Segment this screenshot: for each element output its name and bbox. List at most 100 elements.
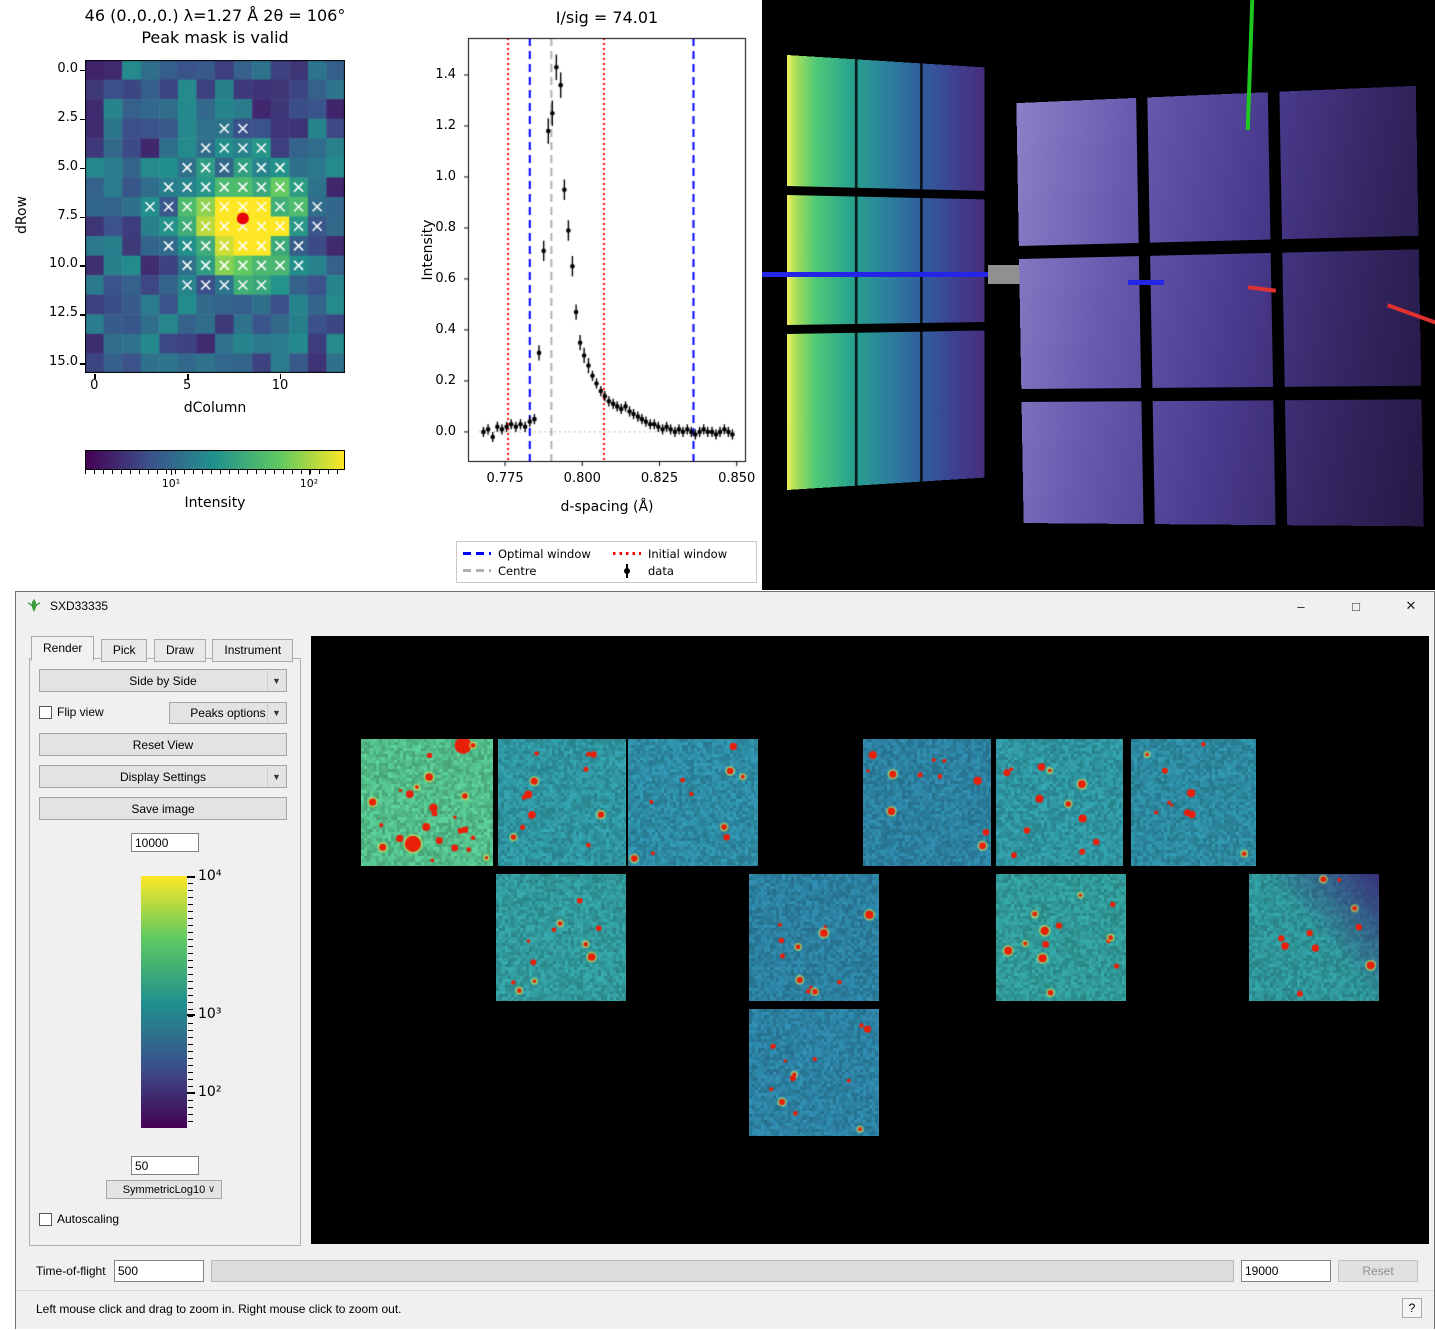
x-tick-label: 10 [265, 378, 295, 393]
y-tick-label: 15.0 [38, 354, 78, 369]
peak-figure-title: 46 (0.,0.,0.) λ=1.27 Å 2θ = 106° [30, 6, 400, 25]
tick-mark [171, 470, 172, 475]
y-tick-label: 0.0 [38, 61, 78, 76]
beam-line-z-far [1128, 280, 1164, 285]
peak-colorbar-tick-1: 10¹ [151, 477, 191, 490]
colorbar-tick-1e4: 10⁴ [198, 868, 221, 884]
status-bar: Left mouse click and drag to zoom in. Ri… [16, 1290, 1434, 1329]
maximize-button[interactable]: □ [1333, 592, 1379, 620]
instrument-colorbar-ticks [188, 876, 193, 1128]
tick-mark [80, 168, 85, 169]
legend-errorbar-sample [613, 564, 641, 578]
y-tick-label: 0.0 [418, 424, 456, 439]
y-tick-label: 5.0 [38, 159, 78, 174]
y-tick-label: 12.5 [38, 305, 78, 320]
legend-item: Centre [463, 564, 613, 578]
screen: 46 (0.,0.,0.) λ=1.27 Å 2θ = 106° Peak ma… [0, 0, 1435, 1330]
scale-type-combobox[interactable]: SymmetricLog10∨ [106, 1180, 222, 1199]
tick-mark [187, 876, 195, 878]
tick-mark [80, 119, 85, 120]
titlebar[interactable]: SXD33335 – □ ✕ [16, 592, 1434, 621]
profile-legend: Optimal window Initial window Centre data [456, 541, 757, 583]
3d-detector-view[interactable] [762, 0, 1435, 590]
tab-pick[interactable]: Pick [101, 639, 148, 662]
detector-panel-4[interactable] [863, 739, 991, 866]
window-title: SXD33335 [50, 599, 108, 613]
x-tick-label: 0 [79, 378, 109, 393]
tof-min-input[interactable] [114, 1260, 204, 1282]
legend-line-sample [463, 569, 491, 572]
sxd-window: SXD33335 – □ ✕ Render Pick Draw Instrume… [15, 591, 1435, 1329]
autoscaling-checkbox[interactable] [39, 1213, 52, 1226]
legend-label: Initial window [648, 547, 727, 561]
help-button[interactable]: ? [1402, 1298, 1422, 1318]
y-tick-label: 0.8 [418, 220, 456, 235]
instrument-render-view[interactable] [311, 636, 1429, 1244]
detector-panel-1[interactable] [361, 739, 493, 866]
instrument-colorbar[interactable] [141, 876, 187, 1128]
tab-draw[interactable]: Draw [154, 639, 206, 662]
chevron-down-icon: ▼ [267, 704, 285, 722]
tick-mark [80, 217, 85, 218]
tick-mark [80, 265, 85, 266]
tof-slider[interactable] [211, 1260, 1234, 1282]
legend-item: Optimal window [463, 547, 613, 561]
x-tick-label: 0.850 [715, 471, 759, 486]
colorbar-tick-1e3: 10³ [198, 1006, 221, 1022]
minimize-button[interactable]: – [1278, 592, 1324, 620]
y-tick-label: 2.5 [38, 110, 78, 125]
detector-panel-9[interactable] [996, 874, 1126, 1001]
close-button[interactable]: ✕ [1388, 592, 1434, 620]
peak-ylabel: dRow [14, 196, 30, 234]
figures-area: 46 (0.,0.,0.) λ=1.27 Å 2θ = 106° Peak ma… [0, 0, 1435, 590]
app-icon [26, 598, 42, 619]
colorbar-tick-1e2: 10² [198, 1084, 221, 1100]
y-tick-label: 1.2 [418, 118, 456, 133]
y-tick-label: 0.2 [418, 373, 456, 388]
x-tick-label: 0.775 [483, 471, 527, 486]
detector-panel-2[interactable] [498, 739, 626, 866]
save-image-button[interactable]: Save image [39, 797, 287, 820]
tab-instrument[interactable]: Instrument [212, 639, 293, 662]
detector-panel-11[interactable] [749, 1009, 879, 1136]
legend-item: Initial window [613, 547, 753, 561]
legend-label: Optimal window [498, 547, 591, 561]
autoscaling-label: Autoscaling [57, 1212, 119, 1226]
detector-panel-7[interactable] [496, 874, 626, 1001]
reset-view-button[interactable]: Reset View [39, 733, 287, 756]
tick-mark [187, 1092, 195, 1094]
peak-colorbar-ticks [85, 470, 345, 474]
detector-panel-5[interactable] [996, 739, 1123, 866]
scale-min-input[interactable] [131, 1156, 199, 1175]
layout-combobox[interactable]: Side by Side▼ [39, 669, 287, 692]
tick-mark [187, 1014, 195, 1016]
legend-label: data [648, 564, 674, 578]
tab-bar: Render Pick Draw Instrument [31, 636, 295, 661]
tof-reset-button[interactable]: Reset [1338, 1260, 1418, 1282]
peak-xlabel: dColumn [85, 400, 345, 416]
tab-render[interactable]: Render [31, 636, 94, 661]
scale-max-input[interactable] [131, 833, 199, 852]
chevron-down-icon: ▼ [267, 767, 285, 786]
detector-panel-6[interactable] [1131, 739, 1256, 866]
tick-mark [80, 70, 85, 71]
status-text: Left mouse click and drag to zoom in. Ri… [36, 1302, 402, 1316]
flip-view-checkbox[interactable] [39, 706, 52, 719]
tick-mark [309, 470, 310, 475]
tick-mark [187, 374, 188, 379]
y-tick-label: 0.4 [418, 322, 456, 337]
peak-figure-subtitle: Peak mask is valid [30, 28, 400, 47]
profile-title: I/sig = 74.01 [457, 8, 757, 27]
detector-panel-3[interactable] [628, 739, 758, 866]
detector-panel-10[interactable] [1249, 874, 1379, 1001]
y-tick-label: 0.6 [418, 271, 456, 286]
legend-item: data [613, 564, 753, 578]
peak-colorbar-tick-2: 10² [289, 477, 329, 490]
peaks-options-combobox[interactable]: Peaks options▼ [169, 702, 287, 724]
detector-bank-right-3d [1016, 86, 1423, 527]
display-settings-combobox[interactable]: Display Settings▼ [39, 765, 287, 788]
detector-panel-8[interactable] [749, 874, 879, 1001]
legend-label: Centre [498, 564, 536, 578]
tof-max-input[interactable] [1241, 1260, 1331, 1282]
beam-line-z [762, 272, 990, 277]
